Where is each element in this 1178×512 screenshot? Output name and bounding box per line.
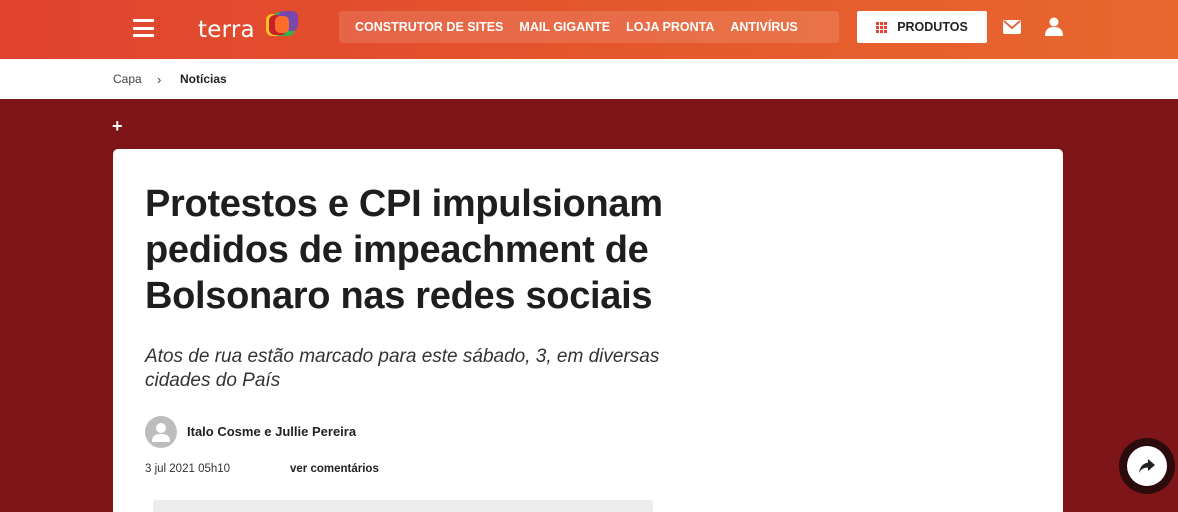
logo-text: terra [198, 17, 255, 43]
share-icon [1139, 459, 1155, 473]
breadcrumb: Capa › Notícias [0, 59, 1178, 99]
article-authors[interactable]: Italo Cosme e Jullie Pereira [187, 424, 356, 439]
produtos-label: PRODUTOS [897, 20, 968, 34]
expand-plus-button[interactable]: + [112, 116, 123, 137]
breadcrumb-separator: › [157, 72, 162, 87]
share-button-inner [1127, 446, 1167, 486]
promo-link-loja-pronta[interactable]: LOJA PRONTA [626, 20, 714, 34]
promo-nav: CONSTRUTOR DE SITES MAIL GIGANTE LOJA PR… [339, 11, 839, 43]
audio-player-bar[interactable] [153, 500, 653, 512]
author-avatar [145, 416, 177, 448]
mail-icon[interactable] [1003, 19, 1021, 35]
breadcrumb-home[interactable]: Capa [113, 72, 142, 86]
comments-link[interactable]: ver comentários [290, 463, 379, 475]
grid-icon [876, 21, 888, 33]
avatar-placeholder-icon [152, 423, 170, 442]
publish-date: 3 jul 2021 05h10 [145, 463, 231, 475]
promo-link-antivirus[interactable]: ANTIVÍRUS [730, 20, 797, 34]
produtos-button[interactable]: PRODUTOS [857, 11, 987, 43]
menu-icon[interactable] [133, 19, 154, 37]
article-subheadline: Atos de rua estão marcado para este sába… [145, 346, 660, 391]
site-header: terra CONSTRUTOR DE SITES MAIL GIGANTE L… [0, 0, 1178, 59]
article-card: Protestos e CPI impulsionam pedidos de i… [113, 149, 1063, 512]
logo-mark-icon [266, 11, 298, 36]
article-headline: Protestos e CPI impulsionam pedidos de i… [145, 183, 663, 317]
share-button[interactable] [1119, 438, 1175, 494]
breadcrumb-current[interactable]: Notícias [180, 72, 227, 86]
promo-link-mail-gigante[interactable]: MAIL GIGANTE [519, 20, 610, 34]
user-icon[interactable] [1045, 17, 1063, 36]
promo-link-construtor[interactable]: CONSTRUTOR DE SITES [355, 20, 503, 34]
